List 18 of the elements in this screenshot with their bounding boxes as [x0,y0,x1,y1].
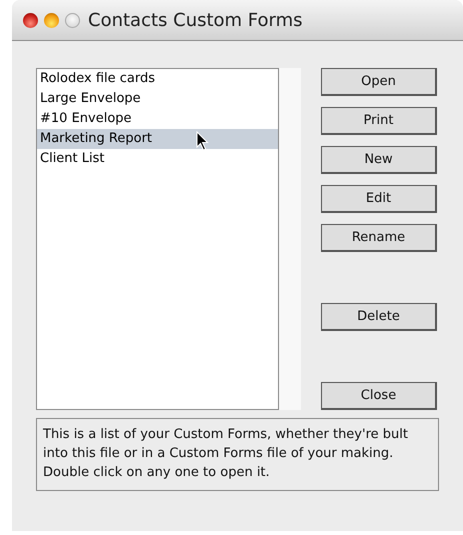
form-list-item[interactable]: Client List [37,149,278,169]
form-list-item[interactable]: Large Envelope [37,89,278,109]
dialog-button[interactable]: Print [321,107,437,135]
minimize-button[interactable] [44,12,59,28]
form-list-item[interactable]: Rolodex file cards [37,69,278,89]
close-window-button[interactable] [23,12,38,28]
mouse-pointer-icon [196,131,209,151]
dialog-button[interactable]: Rename [321,224,437,252]
dialog-button[interactable]: Close [321,382,437,410]
zoom-button[interactable] [65,12,80,28]
form-list-item[interactable]: Marketing Report [37,129,278,149]
dialog-button[interactable]: Delete [321,303,437,331]
dialog-button[interactable]: Open [321,68,437,96]
window-title: Contacts Custom Forms [88,10,303,30]
description-text: This is a list of your Custom Forms, whether they're bult into this file or in a Custom Forms file of your making. Double click on any one to open it. [36,418,439,491]
dialog-button[interactable]: Edit [321,185,437,213]
dialog-button[interactable]: New [321,146,437,174]
form-list-item[interactable]: #10 Envelope [37,109,278,129]
